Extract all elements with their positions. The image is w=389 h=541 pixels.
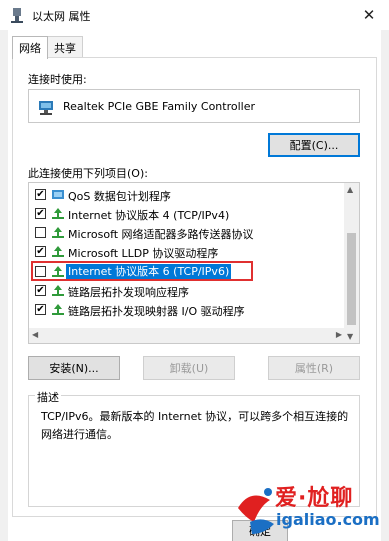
description-text: TCP/IPv6。最新版本的 Internet 协议，可以跨多个相互连接的网络进… bbox=[41, 410, 349, 441]
connect-using-label: 连接时使用: bbox=[28, 73, 87, 86]
background-window-edge-left bbox=[0, 30, 8, 541]
adapter-box: Realtek PCIe GBE Family Controller bbox=[28, 89, 360, 123]
protocol-icon bbox=[52, 285, 64, 296]
protocol-icon bbox=[52, 246, 64, 257]
description-legend: 描述 bbox=[35, 389, 61, 405]
scroll-thumb[interactable] bbox=[347, 233, 356, 325]
item-checkbox[interactable]: ✔ bbox=[35, 304, 46, 315]
item-checkbox[interactable] bbox=[35, 227, 46, 238]
adapter-name: Realtek PCIe GBE Family Controller bbox=[63, 100, 256, 113]
tab-network[interactable]: 网络 bbox=[12, 36, 48, 59]
item-label: Microsoft 网络适配器多路传送器协议 bbox=[68, 228, 254, 241]
item-checkbox[interactable]: ✔ bbox=[35, 246, 46, 257]
tab-strip: 网络 共享 bbox=[12, 36, 83, 59]
item-checkbox[interactable]: ✔ bbox=[35, 285, 46, 296]
item-checkbox[interactable]: ✔ bbox=[35, 189, 46, 200]
item-label: QoS 数据包计划程序 bbox=[68, 190, 171, 203]
window-title: 以太网 属性 bbox=[32, 10, 91, 23]
highlight-annotation-box bbox=[31, 261, 253, 281]
network-card-icon bbox=[39, 101, 53, 115]
scroll-down-icon[interactable]: ▼ bbox=[347, 332, 353, 341]
protocol-icon bbox=[52, 208, 64, 219]
items-label: 此连接使用下列项目(O): bbox=[28, 167, 148, 180]
service-icon bbox=[52, 190, 64, 199]
properties-button[interactable]: 属性(R) bbox=[268, 356, 360, 380]
item-label: 链路层拓扑发现映射器 I/O 驱动程序 bbox=[68, 305, 245, 318]
scroll-left-icon[interactable]: ◀ bbox=[32, 330, 38, 339]
install-button[interactable]: 安装(N)... bbox=[28, 356, 120, 380]
list-item[interactable]: ✔ QoS 数据包计划程序 bbox=[29, 185, 345, 204]
tab-sharing[interactable]: 共享 bbox=[47, 36, 83, 58]
list-item[interactable]: ✔ 链路层拓扑发现映射器 I/O 驱动程序 bbox=[29, 300, 345, 319]
list-item[interactable]: ✔ 链路层拓扑发现响应程序 bbox=[29, 281, 345, 300]
list-item[interactable]: ✔ Microsoft LLDP 协议驱动程序 bbox=[29, 242, 345, 261]
components-list[interactable]: ✔ QoS 数据包计划程序 ✔ Internet 协议版本 4 (TCP/IPv… bbox=[28, 182, 360, 344]
scroll-up-icon[interactable]: ▲ bbox=[347, 185, 353, 194]
watermark-url: igaliao.com bbox=[276, 510, 380, 529]
list-item[interactable]: Microsoft 网络适配器多路传送器协议 bbox=[29, 223, 345, 242]
network-adapter-icon bbox=[11, 8, 23, 23]
item-label: Internet 协议版本 4 (TCP/IPv4) bbox=[68, 209, 230, 222]
close-icon[interactable]: ✕ bbox=[349, 0, 389, 30]
item-label: 链路层拓扑发现响应程序 bbox=[68, 286, 189, 299]
item-checkbox[interactable]: ✔ bbox=[35, 208, 46, 219]
watermark-title: 爱·尬聊 bbox=[275, 486, 354, 511]
protocol-icon bbox=[52, 227, 64, 238]
horizontal-scrollbar[interactable]: ◀ ▶ bbox=[29, 328, 345, 343]
configure-button[interactable]: 配置(C)... bbox=[268, 133, 360, 157]
properties-window: 以太网 属性 ✕ 网络 共享 连接时使用: Realtek PCIe GBE F… bbox=[0, 0, 389, 541]
background-window-edge-right bbox=[381, 30, 389, 541]
uninstall-button[interactable]: 卸载(U) bbox=[143, 356, 235, 380]
item-label: Microsoft LLDP 协议驱动程序 bbox=[68, 247, 219, 260]
protocol-icon bbox=[52, 304, 64, 315]
vertical-scrollbar[interactable]: ▲ ▼ bbox=[344, 183, 359, 343]
title-bar[interactable]: 以太网 属性 ✕ bbox=[0, 0, 389, 30]
scroll-right-icon[interactable]: ▶ bbox=[336, 330, 342, 339]
list-item[interactable]: ✔ Internet 协议版本 4 (TCP/IPv4) bbox=[29, 204, 345, 223]
